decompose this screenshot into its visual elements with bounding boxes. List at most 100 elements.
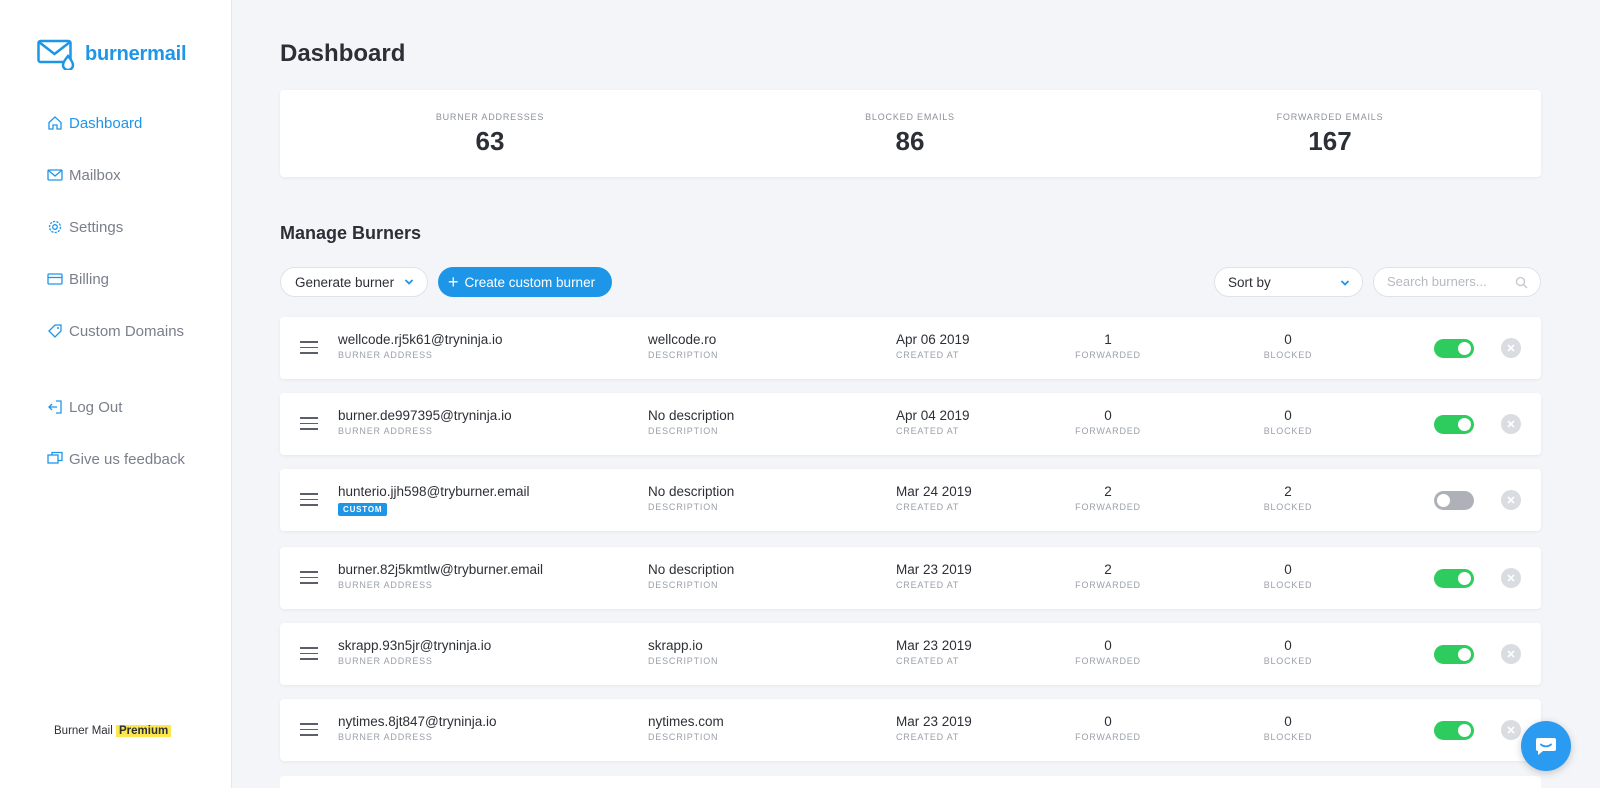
burner-address-cell: hunterio.jjh598@tryburner.email CUSTOM xyxy=(338,484,530,517)
sidebar-item-label: Custom Domains xyxy=(69,322,185,340)
burner-forwarded: 0 xyxy=(1104,408,1112,423)
burner-address-label: BURNER ADDRESS xyxy=(338,732,433,742)
blocked-cell: 0 BLOCKED xyxy=(1238,562,1338,590)
generate-burner-button[interactable]: Generate burner xyxy=(280,267,428,297)
chevron-down-icon xyxy=(1340,280,1350,286)
burner-address-cell: nytimes.8jt847@tryninja.io BURNER ADDRES… xyxy=(338,714,497,742)
sidebar-item-label: Billing xyxy=(69,270,110,288)
created-cell: Mar 23 2019 CREATED AT xyxy=(896,714,972,742)
created-label: CREATED AT xyxy=(896,426,960,436)
description-label: DESCRIPTION xyxy=(648,502,719,512)
burner-address-label: BURNER ADDRESS xyxy=(338,580,433,590)
burner-blocked: 2 xyxy=(1284,484,1292,499)
burner-enabled-toggle[interactable] xyxy=(1434,339,1474,358)
sidebar-nav: Dashboard Mailbox Settings Billing Custo… xyxy=(47,112,184,372)
create-custom-burner-button[interactable]: + Create custom burner xyxy=(438,267,612,297)
burner-blocked: 0 xyxy=(1284,332,1292,347)
burner-address-cell: skrapp.93n5jr@tryninja.io BURNER ADDRESS xyxy=(338,638,491,666)
sidebar-item-billing[interactable]: Billing xyxy=(47,268,184,290)
stat-value: 86 xyxy=(895,126,925,156)
search-input[interactable] xyxy=(1387,274,1507,289)
drag-handle-icon[interactable] xyxy=(300,723,318,736)
stat-value: 167 xyxy=(1308,126,1352,156)
forwarded-label: FORWARDED xyxy=(1075,732,1141,742)
sidebar-item-dashboard[interactable]: Dashboard xyxy=(47,112,184,134)
sort-by-label: Sort by xyxy=(1228,274,1271,290)
sidebar: burnermail Dashboard Mailbox Settings Bi… xyxy=(0,0,232,788)
sidebar-item-settings[interactable]: Settings xyxy=(47,216,184,238)
drag-handle-icon[interactable] xyxy=(300,647,318,660)
burner-description: nytimes.com xyxy=(648,714,724,729)
stat-forwarded-emails: FORWARDED EMAILS 167 xyxy=(1120,90,1540,157)
description-label: DESCRIPTION xyxy=(648,732,719,742)
drag-handle-icon[interactable] xyxy=(300,417,318,430)
logo-text: burnermail xyxy=(85,42,187,65)
blocked-cell: 0 BLOCKED xyxy=(1238,638,1338,666)
forwarded-cell: 2 FORWARDED xyxy=(1058,484,1158,512)
delete-burner-button[interactable] xyxy=(1501,490,1521,510)
stat-label: BURNER ADDRESSES xyxy=(435,112,545,122)
burner-forwarded: 0 xyxy=(1104,638,1112,653)
delete-burner-button[interactable] xyxy=(1501,338,1521,358)
feedback-icon xyxy=(47,451,63,467)
close-icon xyxy=(1507,650,1515,658)
burner-forwarded: 2 xyxy=(1104,484,1112,499)
tag-icon xyxy=(47,323,63,339)
forwarded-cell: 1 FORWARDED xyxy=(1058,332,1158,360)
description-cell: No description DESCRIPTION xyxy=(648,484,734,512)
sidebar-item-custom-domains[interactable]: Custom Domains xyxy=(47,320,184,342)
burner-description: No description xyxy=(648,484,735,499)
sidebar-item-mailbox[interactable]: Mailbox xyxy=(47,164,184,186)
sidebar-item-feedback[interactable]: Give us feedback xyxy=(47,448,185,470)
burner-forwarded: 0 xyxy=(1104,714,1112,729)
plan-footer: Burner Mail Premium xyxy=(54,725,172,737)
delete-burner-button[interactable] xyxy=(1501,414,1521,434)
description-label: DESCRIPTION xyxy=(648,350,719,360)
stat-burner-addresses: BURNER ADDRESSES 63 xyxy=(280,90,700,157)
search-icon[interactable] xyxy=(1515,276,1528,289)
delete-burner-button[interactable] xyxy=(1501,644,1521,664)
close-icon xyxy=(1507,420,1515,428)
delete-burner-button[interactable] xyxy=(1501,720,1521,740)
created-label: CREATED AT xyxy=(896,580,960,590)
burner-description: skrapp.io xyxy=(648,638,703,653)
burner-address: skrapp.93n5jr@tryninja.io xyxy=(338,638,492,653)
drag-handle-icon[interactable] xyxy=(300,493,318,506)
burner-enabled-toggle[interactable] xyxy=(1434,645,1474,664)
forwarded-cell: 0 FORWARDED xyxy=(1058,714,1158,742)
burner-address-label: BURNER ADDRESS xyxy=(338,350,433,360)
stat-label: FORWARDED EMAILS xyxy=(1276,112,1384,122)
delete-burner-button[interactable] xyxy=(1501,568,1521,588)
burner-address: hunterio.jjh598@tryburner.email xyxy=(338,484,530,499)
forwarded-cell: 2 FORWARDED xyxy=(1058,562,1158,590)
credit-card-icon xyxy=(47,271,63,287)
drag-handle-icon[interactable] xyxy=(300,341,318,354)
description-cell: nytimes.com DESCRIPTION xyxy=(648,714,724,742)
burner-enabled-toggle[interactable] xyxy=(1434,491,1474,510)
home-icon xyxy=(47,115,63,131)
forwarded-cell: 0 FORWARDED xyxy=(1058,638,1158,666)
burner-address: burner.de997395@tryninja.io xyxy=(338,408,512,423)
description-cell: wellcode.ro DESCRIPTION xyxy=(648,332,718,360)
sidebar-item-logout[interactable]: Log Out xyxy=(47,396,185,418)
created-cell: Mar 23 2019 CREATED AT xyxy=(896,562,972,590)
burner-enabled-toggle[interactable] xyxy=(1434,569,1474,588)
drag-handle-icon[interactable] xyxy=(300,571,318,584)
chat-widget-button[interactable] xyxy=(1521,721,1571,771)
burner-description: No description xyxy=(648,408,735,423)
burner-enabled-toggle[interactable] xyxy=(1434,415,1474,434)
created-label: CREATED AT xyxy=(896,502,960,512)
close-icon xyxy=(1507,344,1515,352)
burner-address-cell: burner.82j5kmtlw@tryburner.email BURNER … xyxy=(338,562,543,590)
search-box xyxy=(1373,267,1541,297)
sort-by-select[interactable]: Sort by xyxy=(1214,267,1363,297)
sidebar-item-label: Give us feedback xyxy=(69,450,185,468)
custom-badge: CUSTOM xyxy=(338,503,388,516)
burner-row: wellcode.rj5k61@tryninja.io BURNER ADDRE… xyxy=(280,317,1541,379)
logo[interactable]: burnermail xyxy=(37,38,187,70)
plus-icon: + xyxy=(448,272,459,292)
stat-blocked-emails: BLOCKED EMAILS 86 xyxy=(700,90,1120,157)
burner-enabled-toggle[interactable] xyxy=(1434,721,1474,740)
sidebar-item-label: Dashboard xyxy=(69,114,143,132)
blocked-cell: 0 BLOCKED xyxy=(1238,714,1338,742)
